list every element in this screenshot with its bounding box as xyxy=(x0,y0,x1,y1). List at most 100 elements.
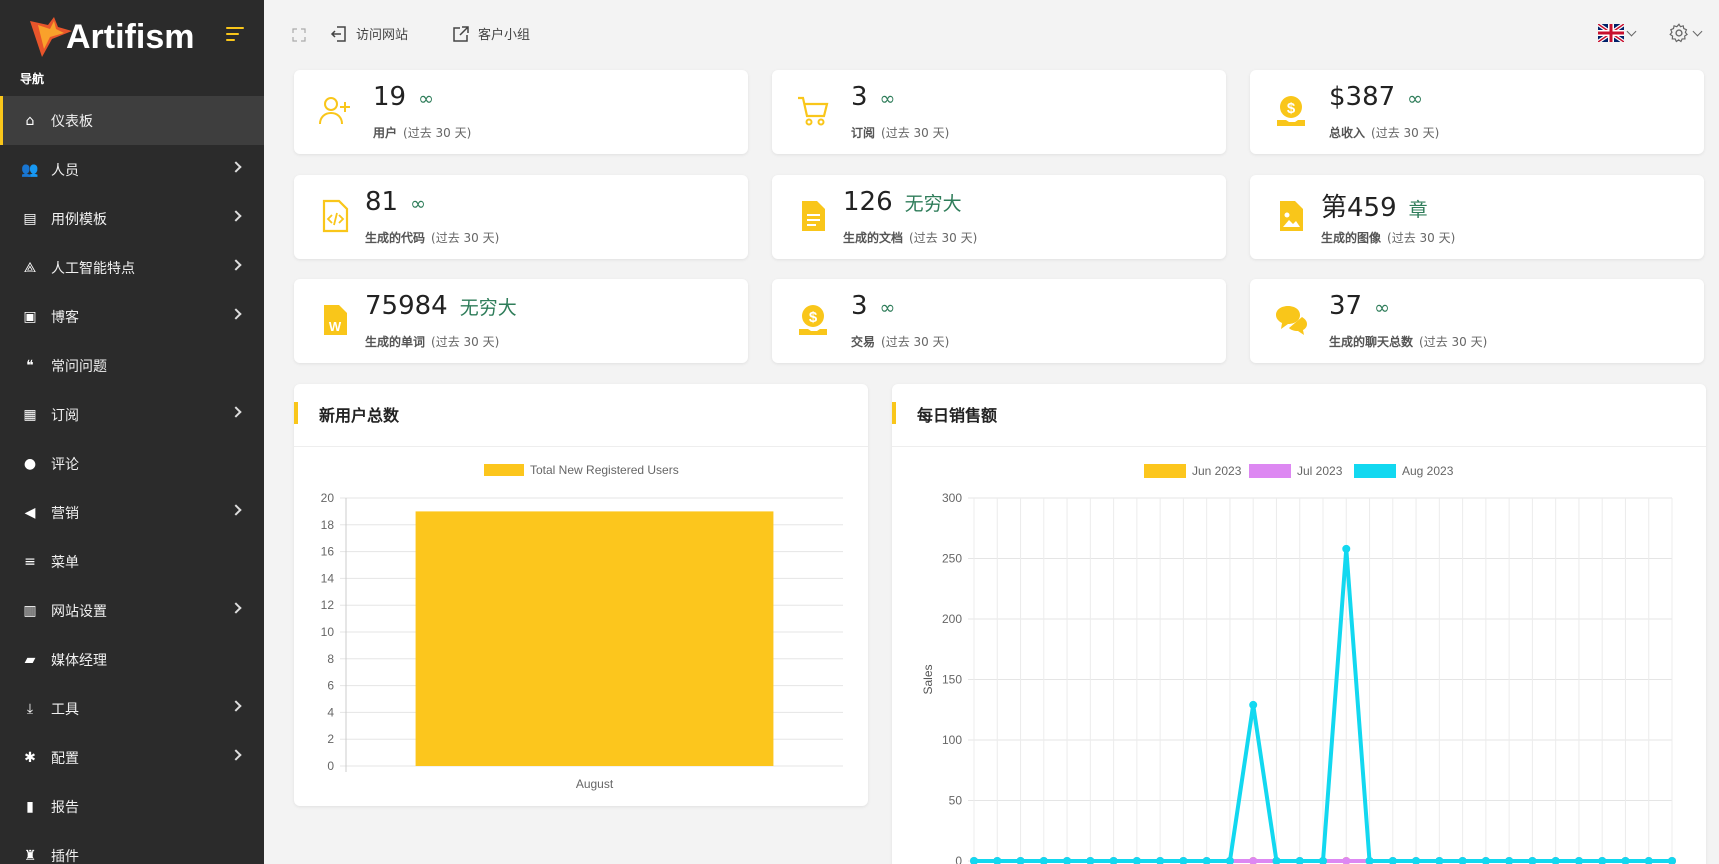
bars-icon: ≡ xyxy=(24,553,36,570)
language-chevron-down-icon[interactable] xyxy=(1626,26,1637,37)
data-point[interactable] xyxy=(1016,857,1025,864)
sidebar-item[interactable]: ⤓ 工具 xyxy=(0,684,264,733)
stat-label: 生成的图像 (过去 30 天) xyxy=(1321,229,1455,246)
sidebar-item[interactable]: ⟁ 人工智能特点 xyxy=(0,243,264,292)
customer-group-link[interactable]: 客户小组 xyxy=(452,24,530,43)
data-point[interactable] xyxy=(1598,857,1607,864)
sidebar-item[interactable]: ♜ 插件 xyxy=(0,831,264,864)
visit-site-link[interactable]: 访问网站 xyxy=(330,24,408,43)
data-point[interactable] xyxy=(1039,857,1048,864)
y-tick-label: 100 xyxy=(942,733,962,747)
data-point[interactable] xyxy=(1342,857,1351,864)
data-point[interactable] xyxy=(1225,857,1234,864)
data-point[interactable] xyxy=(1435,857,1444,864)
sidebar-item[interactable]: ⌂ 仪表板 xyxy=(0,96,264,145)
stat-label-text: 交易 xyxy=(851,335,876,349)
y-tick-label: 20 xyxy=(321,491,335,505)
legend-swatch[interactable] xyxy=(1354,464,1396,478)
sidebar-item[interactable]: ❝ 常问问题 xyxy=(0,341,264,390)
data-point[interactable] xyxy=(993,857,1002,864)
legend-swatch[interactable] xyxy=(1144,464,1186,478)
chevron-right-icon xyxy=(230,161,242,173)
data-point[interactable] xyxy=(1365,857,1374,864)
data-point[interactable] xyxy=(1179,857,1188,864)
data-point[interactable] xyxy=(1574,857,1583,864)
legend-swatch[interactable] xyxy=(1249,464,1291,478)
data-point[interactable] xyxy=(1156,857,1165,864)
stat-label-text: 生成的代码 xyxy=(365,231,426,245)
customer-group-label: 客户小组 xyxy=(478,28,531,43)
data-point[interactable] xyxy=(1249,857,1258,864)
sidebar-item[interactable]: ▣ 博客 xyxy=(0,292,264,341)
sidebar-item[interactable]: ≡ 菜单 xyxy=(0,537,264,586)
stat-card: 3 ∞ 订阅 (过去 30 天) xyxy=(772,70,1226,154)
data-point[interactable] xyxy=(1295,857,1304,864)
sidebar-item[interactable]: ◀ 营销 xyxy=(0,488,264,537)
settings-chevron-down-icon[interactable] xyxy=(1692,26,1703,37)
stat-period: (过去 30 天) xyxy=(881,126,950,140)
data-point[interactable] xyxy=(1202,857,1211,864)
sidebar-item[interactable]: ▰ 媒体经理 xyxy=(0,635,264,684)
sidebar-item[interactable]: ▮ 报告 xyxy=(0,782,264,831)
megaphone-icon: ◀ xyxy=(24,504,36,521)
stat-number: 126 xyxy=(843,187,893,217)
data-point[interactable] xyxy=(1505,857,1514,864)
data-point[interactable] xyxy=(1319,857,1327,864)
stat-number: 37 xyxy=(1329,291,1363,321)
sidebar-item-label: 用例模板 xyxy=(51,211,107,228)
data-point[interactable] xyxy=(1412,857,1421,864)
panel-accent-bar xyxy=(294,402,298,424)
image-file-icon xyxy=(1280,201,1303,231)
data-point[interactable] xyxy=(1109,857,1118,864)
stat-value: 3 ∞ xyxy=(851,82,895,112)
panel-title: 每日销售额 xyxy=(917,406,998,425)
data-point[interactable] xyxy=(970,857,978,864)
y-tick-label: 16 xyxy=(321,545,335,559)
sidebar-item[interactable]: 👥 人员 xyxy=(0,145,264,194)
x-tick-label: August xyxy=(576,777,614,791)
data-point[interactable] xyxy=(1272,857,1281,864)
data-point[interactable] xyxy=(1063,857,1072,864)
stat-label-text: 生成的文档 xyxy=(843,231,904,245)
bar[interactable] xyxy=(415,511,774,766)
sidebar-item[interactable]: ▦ 订阅 xyxy=(0,390,264,439)
menu-toggle-icon[interactable] xyxy=(226,27,244,41)
data-point[interactable] xyxy=(1086,857,1095,864)
data-point[interactable] xyxy=(1528,857,1537,864)
money-icon: ▦ xyxy=(23,406,37,423)
sidebar-item[interactable]: ▤ 用例模板 xyxy=(0,194,264,243)
data-point[interactable] xyxy=(1132,857,1141,864)
document-icon xyxy=(802,201,825,231)
legend-swatch[interactable] xyxy=(484,464,524,476)
sidebar: Artifism 导航 ⌂ 仪表板 👥 人员 ▤ 用例模板 ⟁ 人工智能特点 ▣ 博客 ❝ 常问问题 ▦… xyxy=(0,0,264,864)
data-point[interactable] xyxy=(1458,857,1467,864)
stat-label: 总收入 (过去 30 天) xyxy=(1329,124,1439,141)
download-icon: ⤓ xyxy=(26,700,34,717)
data-point[interactable] xyxy=(1388,857,1397,864)
stat-value: 81 ∞ xyxy=(365,187,426,217)
y-tick-label: 8 xyxy=(327,652,334,666)
stat-value: 126 无穷大 xyxy=(843,187,962,217)
settings-gear-icon[interactable] xyxy=(1668,22,1690,44)
y-axis-label: Sales xyxy=(921,664,935,694)
brand-logo[interactable]: Artifism xyxy=(28,12,194,62)
legend-label: Aug 2023 xyxy=(1402,464,1454,478)
data-point[interactable] xyxy=(1668,857,1676,864)
sidebar-item[interactable]: ▥ 网站设置 xyxy=(0,586,264,635)
data-point[interactable] xyxy=(1551,857,1560,864)
data-point[interactable] xyxy=(1249,700,1258,709)
sidebar-item[interactable]: ✱ 配置 xyxy=(0,733,264,782)
data-point[interactable] xyxy=(1621,857,1630,864)
data-point[interactable] xyxy=(1644,857,1653,864)
uk-flag-icon[interactable] xyxy=(1598,24,1624,42)
fullscreen-icon[interactable] xyxy=(292,28,306,42)
cart-icon xyxy=(798,96,829,126)
file-icon: ▤ xyxy=(23,210,37,227)
sidebar-item-label: 报告 xyxy=(51,799,79,816)
data-point[interactable] xyxy=(1481,857,1490,864)
daily-sales-panel: 每日销售额 Jun 2023 Jul 2023 Aug 2023 0 50 100 150 2… xyxy=(892,384,1706,864)
home-icon: ⌂ xyxy=(25,112,35,129)
data-point[interactable] xyxy=(1342,544,1351,553)
sidebar-item[interactable]: ● 评论 xyxy=(0,439,264,488)
chart-icon: ▮ xyxy=(26,798,34,815)
